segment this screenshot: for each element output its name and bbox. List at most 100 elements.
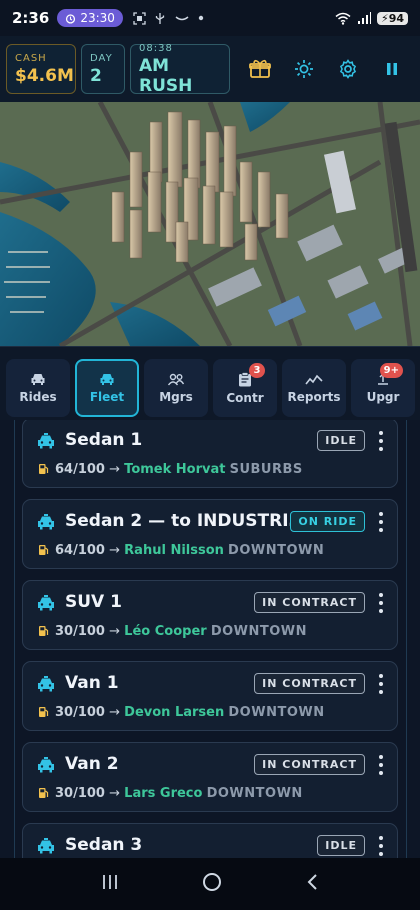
more-options-icon[interactable] (375, 755, 387, 775)
status-bar: 2:36 23:30 ⚡94 (0, 0, 420, 36)
tab-reports-label: Reports (287, 389, 341, 404)
usb-icon (155, 12, 165, 24)
assign-arrow: → (109, 462, 121, 477)
alarm-icon (66, 13, 76, 24)
alarm-chip: 23:30 (57, 9, 123, 27)
time-panel: 08:38 AM RUSH (130, 42, 230, 96)
alarm-time: 23:30 (80, 11, 115, 25)
vehicle-meta: 30/100 → Devon Larsen DOWNTOWN (55, 705, 325, 720)
status-time: 2:36 (12, 9, 50, 27)
recents-icon (103, 875, 118, 889)
more-options-icon[interactable] (375, 512, 387, 532)
screenshot-icon (133, 11, 146, 25)
taxi-icon (38, 757, 54, 773)
status-badge: IN CONTRACT (254, 673, 365, 694)
smile-icon (175, 15, 189, 20)
driver-name: Rahul Nilsson (124, 543, 224, 558)
more-options-icon[interactable] (375, 593, 387, 613)
phase-value: AM RUSH (139, 55, 193, 96)
driver-name: Lars Greco (124, 786, 203, 801)
fuel-level: 30/100 (55, 624, 105, 639)
recents-button[interactable] (101, 874, 119, 894)
fleet-list[interactable]: Sedan 1 IDLE 64/100 → Tomek Horvat SUBUR… (0, 420, 420, 858)
car-icon (31, 373, 45, 385)
taxi-icon (38, 676, 54, 692)
day-value: 2 (90, 65, 102, 86)
car-icon (100, 373, 114, 385)
vehicle-card[interactable]: Van 1 IN CONTRACT 30/100 → Devon Larsen … (22, 661, 398, 731)
city-illustration (0, 102, 420, 346)
vehicle-name: Van 1 (65, 673, 119, 693)
fuel-level: 64/100 (55, 462, 105, 477)
vehicle-card[interactable]: SUV 1 IN CONTRACT 30/100 → Léo Cooper DO… (22, 580, 398, 650)
people-icon (167, 373, 185, 385)
pause-button[interactable] (370, 47, 414, 91)
status-badge: ON RIDE (290, 511, 365, 532)
vehicle-card[interactable]: Sedan 1 IDLE 64/100 → Tomek Horvat SUBUR… (22, 420, 398, 488)
gear-icon (339, 59, 357, 79)
status-badge: IDLE (317, 835, 365, 856)
gift-button[interactable] (238, 47, 282, 91)
wifi-icon (335, 12, 351, 25)
vehicle-name: Sedan 3 (65, 835, 143, 855)
tab-contracts-label: Contr (226, 390, 264, 405)
assign-arrow: → (109, 786, 121, 801)
fuel-icon (39, 707, 49, 717)
system-nav-bar (0, 858, 420, 910)
contracts-count-badge: 3 (249, 363, 265, 378)
home-button[interactable] (202, 872, 222, 896)
more-options-icon[interactable] (375, 674, 387, 694)
tab-fleet-label: Fleet (89, 389, 125, 404)
fuel-icon (39, 464, 49, 474)
cash-panel: CASH $4.6M (6, 44, 76, 94)
fuel-level: 30/100 (55, 705, 105, 720)
taxi-icon (38, 838, 54, 854)
fuel-icon (39, 626, 49, 636)
brightness-button[interactable] (282, 47, 326, 91)
settings-button[interactable] (326, 47, 370, 91)
status-badge: IN CONTRACT (254, 754, 365, 775)
more-options-icon[interactable] (375, 836, 387, 856)
status-badge: IN CONTRACT (254, 592, 365, 613)
clock-label: 08:38 (139, 42, 173, 54)
tab-upgrades[interactable]: 9+ Upgr (351, 359, 415, 417)
tab-rides[interactable]: Rides (6, 359, 70, 417)
vehicle-card[interactable]: Van 2 IN CONTRACT 30/100 → Lars Greco DO… (22, 742, 398, 812)
tab-upgrades-label: Upgr (366, 390, 400, 404)
dot-icon (198, 15, 204, 20)
battery-icon: ⚡94 (376, 11, 408, 25)
tab-contracts[interactable]: 3 Contr (213, 359, 277, 417)
assign-arrow: → (109, 624, 121, 639)
fuel-icon (39, 545, 49, 555)
home-icon (202, 873, 221, 891)
game-hud: CASH $4.6M DAY 2 08:38 AM RUSH (0, 36, 420, 102)
status-badge: IDLE (317, 430, 365, 451)
zone-label: SUBURBS (229, 462, 303, 477)
more-options-icon[interactable] (375, 431, 387, 451)
signal-icon (357, 11, 371, 24)
vehicle-meta: 64/100 → Rahul Nilsson DOWNTOWN (55, 543, 324, 558)
vehicle-meta: 64/100 → Tomek Horvat SUBURBS (55, 462, 303, 477)
taxi-icon (38, 433, 54, 449)
gift-icon (249, 59, 271, 78)
back-button[interactable] (305, 873, 319, 895)
vehicle-card[interactable]: Sedan 3 IDLE (22, 823, 398, 858)
tab-bar: Rides Fleet Mgrs 3 Contr Reports 9+ Upgr (0, 346, 420, 420)
tab-managers[interactable]: Mgrs (144, 359, 208, 417)
taxi-icon (38, 514, 54, 530)
driver-name: Devon Larsen (124, 705, 225, 720)
tab-reports[interactable]: Reports (282, 359, 346, 417)
vehicle-card[interactable]: Sedan 2 — to INDUSTRI… ON RIDE 64/100 → … (22, 499, 398, 569)
back-icon (307, 874, 317, 890)
cash-value: $4.6M (15, 65, 74, 86)
tab-fleet[interactable]: Fleet (75, 359, 139, 417)
tab-rides-label: Rides (19, 389, 57, 404)
city-map-view[interactable] (0, 102, 420, 346)
driver-name: Tomek Horvat (124, 462, 226, 477)
tab-managers-label: Mgrs (159, 389, 193, 404)
assign-arrow: → (109, 543, 121, 558)
vehicle-meta: 30/100 → Léo Cooper DOWNTOWN (55, 624, 307, 639)
fuel-level: 30/100 (55, 786, 105, 801)
taxi-icon (38, 595, 54, 611)
fuel-level: 64/100 (55, 543, 105, 558)
